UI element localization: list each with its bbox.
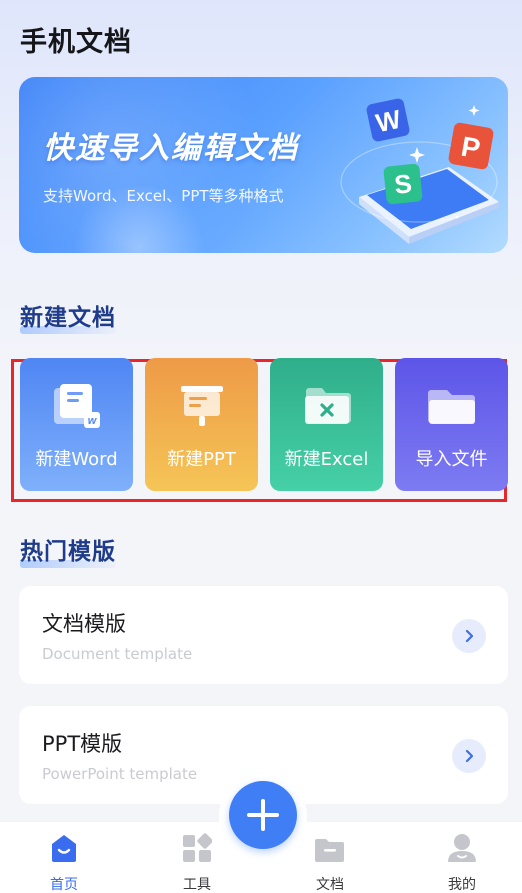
tab-home-label: 首页	[50, 877, 78, 893]
banner-title: 快速导入编辑文档	[43, 131, 299, 166]
banner-badge-s: S	[393, 168, 413, 200]
promo-banner[interactable]: 快速导入编辑文档 支持Word、Excel、PPT等多种格式 W P S	[19, 77, 508, 253]
import-file-label: 导入文件	[415, 449, 488, 470]
new-word-label: 新建Word	[35, 449, 118, 470]
excel-folder-icon	[305, 388, 351, 424]
chevron-right-icon[interactable]	[452, 619, 486, 653]
svg-text:w: w	[88, 415, 98, 427]
banner-subtitle: 支持Word、Excel、PPT等多种格式	[43, 187, 284, 205]
page-title: 手机文档	[20, 27, 132, 58]
tab-profile[interactable]: 我的	[412, 822, 512, 893]
folder-icon	[428, 390, 475, 424]
tab-profile-label: 我的	[448, 877, 476, 893]
plus-icon	[247, 799, 279, 831]
new-document-section-title: 新建文档	[20, 298, 116, 334]
office-apps-illustration: W P S	[340, 98, 499, 244]
hot-templates-section-title: 热门模版	[20, 532, 116, 568]
tab-documents-label: 文档	[316, 877, 344, 893]
tab-tools-label: 工具	[183, 877, 211, 893]
new-document-actions: w 新建Word 新建PPT 新建Excel 导入文件	[11, 358, 508, 502]
new-word-button[interactable]: w 新建Word	[20, 358, 133, 491]
tab-home[interactable]: 首页	[14, 822, 114, 893]
new-excel-button[interactable]: 新建Excel	[270, 358, 383, 491]
chevron-right-icon[interactable]	[452, 739, 486, 773]
document-template-title: 文档模版	[42, 612, 126, 636]
document-template-card[interactable]: 文档模版 Document template	[19, 586, 508, 684]
folder-icon	[315, 839, 344, 862]
new-ppt-label: 新建PPT	[167, 449, 236, 470]
grid-tools-icon	[183, 833, 212, 862]
add-button[interactable]	[229, 781, 297, 849]
user-icon	[448, 834, 476, 862]
ppt-board-icon	[181, 386, 223, 426]
new-excel-label: 新建Excel	[284, 449, 369, 470]
document-template-subtitle: Document template	[42, 645, 193, 663]
word-doc-icon: w	[54, 384, 100, 428]
ppt-template-subtitle: PowerPoint template	[42, 765, 198, 783]
home-icon	[52, 835, 76, 862]
ppt-template-title: PPT模版	[42, 732, 123, 756]
new-ppt-button[interactable]: 新建PPT	[145, 358, 258, 491]
import-file-button[interactable]: 导入文件	[395, 358, 508, 491]
